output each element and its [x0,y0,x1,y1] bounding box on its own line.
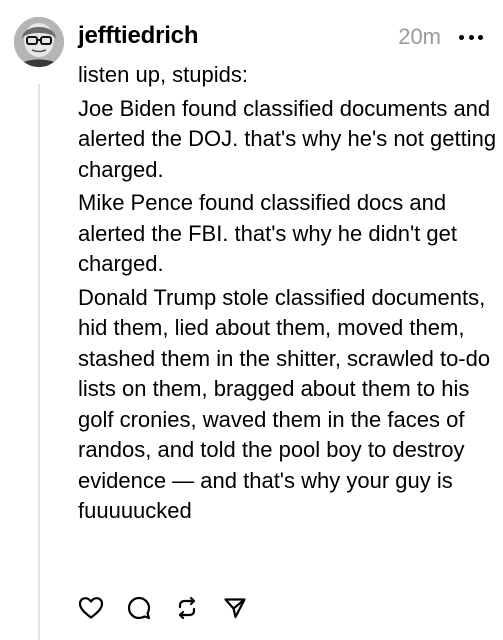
avatar-photo [14,17,64,67]
post-paragraph: Mike Pence found classified docs and ale… [78,190,457,276]
post-paragraph: listen up, stupids: [78,62,248,87]
repost-icon [178,596,196,620]
share-button[interactable] [222,595,248,621]
reply-button[interactable] [126,595,152,621]
post-paragraph: Joe Biden found classified documents and… [78,95,497,182]
thread-line [38,84,40,640]
repost-button[interactable] [174,595,200,621]
post-body: listen up, stupids: Joe Biden found clas… [78,60,498,530]
like-button[interactable] [78,595,104,621]
post-actions [78,595,270,621]
heart-icon [78,597,104,619]
comment-icon [127,596,151,620]
send-icon [224,598,246,619]
more-icon[interactable] [459,27,483,47]
avatar[interactable] [14,17,64,67]
post-timestamp: 20m [398,24,441,49]
post-paragraph: Donald Trump stole classified documents,… [78,284,491,524]
author-username[interactable]: jefftiedrich [78,22,198,50]
